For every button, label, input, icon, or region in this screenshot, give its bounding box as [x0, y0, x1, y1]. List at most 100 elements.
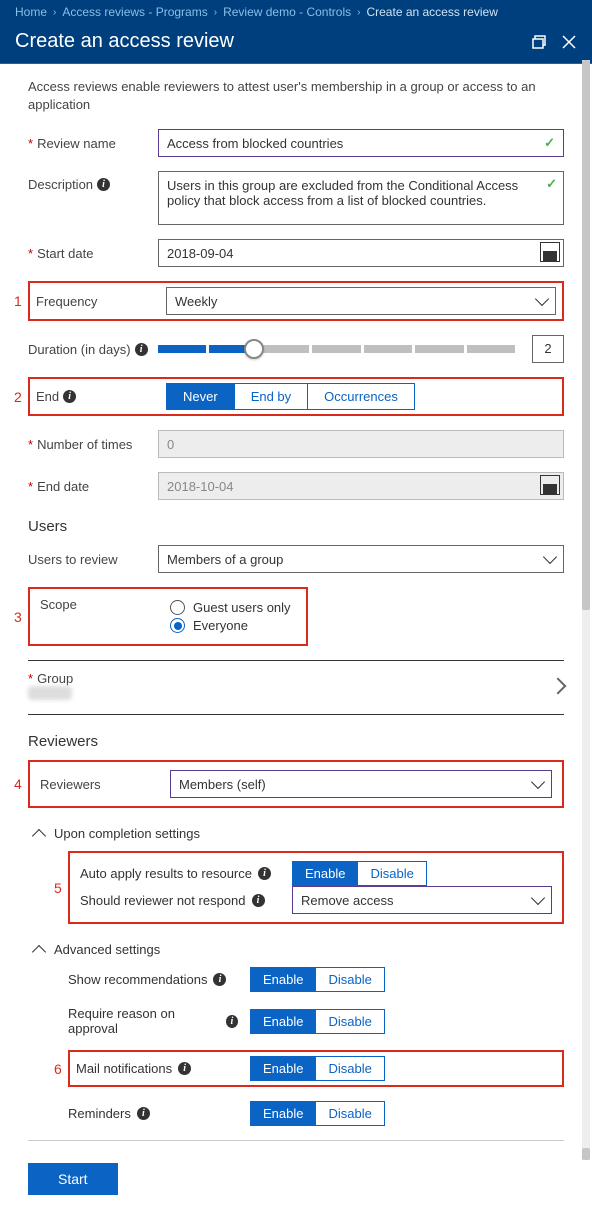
info-icon[interactable]: i [258, 867, 271, 880]
enable-button[interactable]: Enable [292, 861, 358, 886]
disable-button[interactable]: Disable [316, 1101, 384, 1126]
radio-icon [170, 600, 185, 615]
label-description: Description i [28, 171, 148, 192]
chevron-down-icon [531, 775, 545, 789]
label-auto-apply: Auto apply results to resource i [80, 866, 280, 881]
label-group: Group [28, 671, 73, 686]
enable-button[interactable]: Enable [250, 1009, 316, 1034]
label-start-date: Start date [28, 246, 148, 261]
label-end-date: End date [28, 479, 148, 494]
duration-value-input[interactable]: 2 [532, 335, 564, 363]
auto-apply-toggle: Enable Disable [292, 861, 427, 886]
start-date-value: 2018-09-04 [167, 246, 234, 261]
users-to-review-select[interactable]: Members of a group [158, 545, 564, 573]
valid-icon: ✓ [544, 135, 555, 151]
duration-slider[interactable] [158, 344, 518, 354]
annotation-5: 5 [54, 880, 62, 896]
section-reviewers: Reviewers [28, 733, 564, 750]
num-times-input: 0 [158, 430, 564, 458]
slider-knob[interactable] [244, 339, 264, 359]
toggle-advanced-settings[interactable]: Advanced settings [34, 942, 564, 957]
label-reminders: Reminders i [68, 1106, 238, 1121]
reviewers-select[interactable]: Members (self) [170, 770, 552, 798]
label-mail: Mail notifications i [76, 1061, 238, 1076]
reason-toggle: Enable Disable [250, 1009, 385, 1034]
valid-icon: ✓ [546, 176, 557, 192]
group-picker[interactable]: Group [28, 669, 564, 706]
label-end: End i [36, 389, 156, 404]
frequency-value: Weekly [175, 294, 217, 309]
annotation-3: 3 [14, 609, 22, 625]
end-segmented-control: Never End by Occurrences [166, 383, 556, 410]
end-option-endby[interactable]: End by [235, 383, 308, 410]
restore-icon[interactable] [531, 34, 547, 50]
annotation-4: 4 [14, 776, 22, 792]
breadcrumb: Home› Access reviews - Programs› Review … [0, 0, 592, 24]
chevron-up-icon [32, 829, 46, 843]
toggle-completion-settings[interactable]: Upon completion settings [34, 826, 564, 841]
completion-heading: Upon completion settings [54, 826, 200, 841]
not-respond-value: Remove access [301, 893, 393, 908]
breadcrumb-link[interactable]: Review demo - Controls [223, 5, 351, 19]
start-button[interactable]: Start [28, 1163, 118, 1195]
disable-button[interactable]: Disable [358, 861, 426, 886]
radio-icon [170, 618, 185, 633]
enable-button[interactable]: Enable [250, 1101, 316, 1126]
chevron-down-icon [535, 292, 549, 306]
info-icon[interactable]: i [226, 1015, 238, 1028]
end-option-occurrences[interactable]: Occurrences [308, 383, 415, 410]
chevron-right-icon [550, 677, 567, 694]
end-date-input: 2018-10-04 [158, 472, 564, 500]
scrollbar[interactable] [582, 60, 590, 1160]
close-icon[interactable] [561, 34, 577, 50]
info-icon[interactable]: i [135, 343, 148, 356]
label-scope: Scope [40, 597, 160, 612]
annotation-6: 6 [54, 1061, 62, 1077]
label-not-respond: Should reviewer not respond i [80, 893, 280, 908]
breadcrumb-link[interactable]: Access reviews - Programs [62, 5, 207, 19]
label-frequency: Frequency [36, 294, 156, 309]
frequency-select[interactable]: Weekly [166, 287, 556, 315]
label-users-to-review: Users to review [28, 552, 148, 567]
info-icon[interactable]: i [178, 1062, 191, 1075]
end-option-never[interactable]: Never [166, 383, 235, 410]
enable-button[interactable]: Enable [250, 967, 316, 992]
scope-radio-guest[interactable]: Guest users only [170, 600, 291, 615]
description-value: Users in this group are excluded from th… [167, 178, 518, 208]
review-name-input[interactable]: Access from blocked countries ✓ [158, 129, 564, 157]
enable-button[interactable]: Enable [250, 1056, 316, 1081]
group-value-redacted [28, 686, 72, 700]
advanced-heading: Advanced settings [54, 942, 160, 957]
chevron-up-icon [32, 945, 46, 959]
label-num-times: Number of times [28, 437, 148, 452]
start-date-input[interactable]: 2018-09-04 [158, 239, 564, 267]
page-title: Create an access review [15, 30, 234, 53]
label-reason: Require reason on approval i [68, 1006, 238, 1036]
scroll-thumb[interactable] [582, 1148, 590, 1160]
reminders-toggle: Enable Disable [250, 1101, 385, 1126]
info-icon[interactable]: i [97, 178, 110, 191]
description-input[interactable]: Users in this group are excluded from th… [158, 171, 564, 225]
scope-everyone-label: Everyone [193, 618, 248, 633]
info-icon[interactable]: i [63, 390, 76, 403]
calendar-icon[interactable] [540, 242, 560, 262]
mail-toggle: Enable Disable [250, 1056, 385, 1081]
label-reviewers: Reviewers [40, 777, 160, 792]
scroll-thumb[interactable] [582, 60, 590, 610]
disable-button[interactable]: Disable [316, 1056, 384, 1081]
info-icon[interactable]: i [213, 973, 226, 986]
scope-radio-everyone[interactable]: Everyone [170, 618, 291, 633]
disable-button[interactable]: Disable [316, 1009, 384, 1034]
disable-button[interactable]: Disable [316, 967, 384, 992]
recommendations-toggle: Enable Disable [250, 967, 385, 992]
label-review-name: Review name [28, 136, 148, 151]
users-to-review-value: Members of a group [167, 552, 283, 567]
breadcrumb-current: Create an access review [366, 5, 497, 19]
breadcrumb-home[interactable]: Home [15, 5, 47, 19]
not-respond-select[interactable]: Remove access [292, 886, 552, 914]
scope-guest-label: Guest users only [193, 600, 291, 615]
info-icon[interactable]: i [252, 894, 265, 907]
annotation-2: 2 [14, 389, 22, 405]
label-duration: Duration (in days) i [28, 342, 148, 357]
info-icon[interactable]: i [137, 1107, 150, 1120]
